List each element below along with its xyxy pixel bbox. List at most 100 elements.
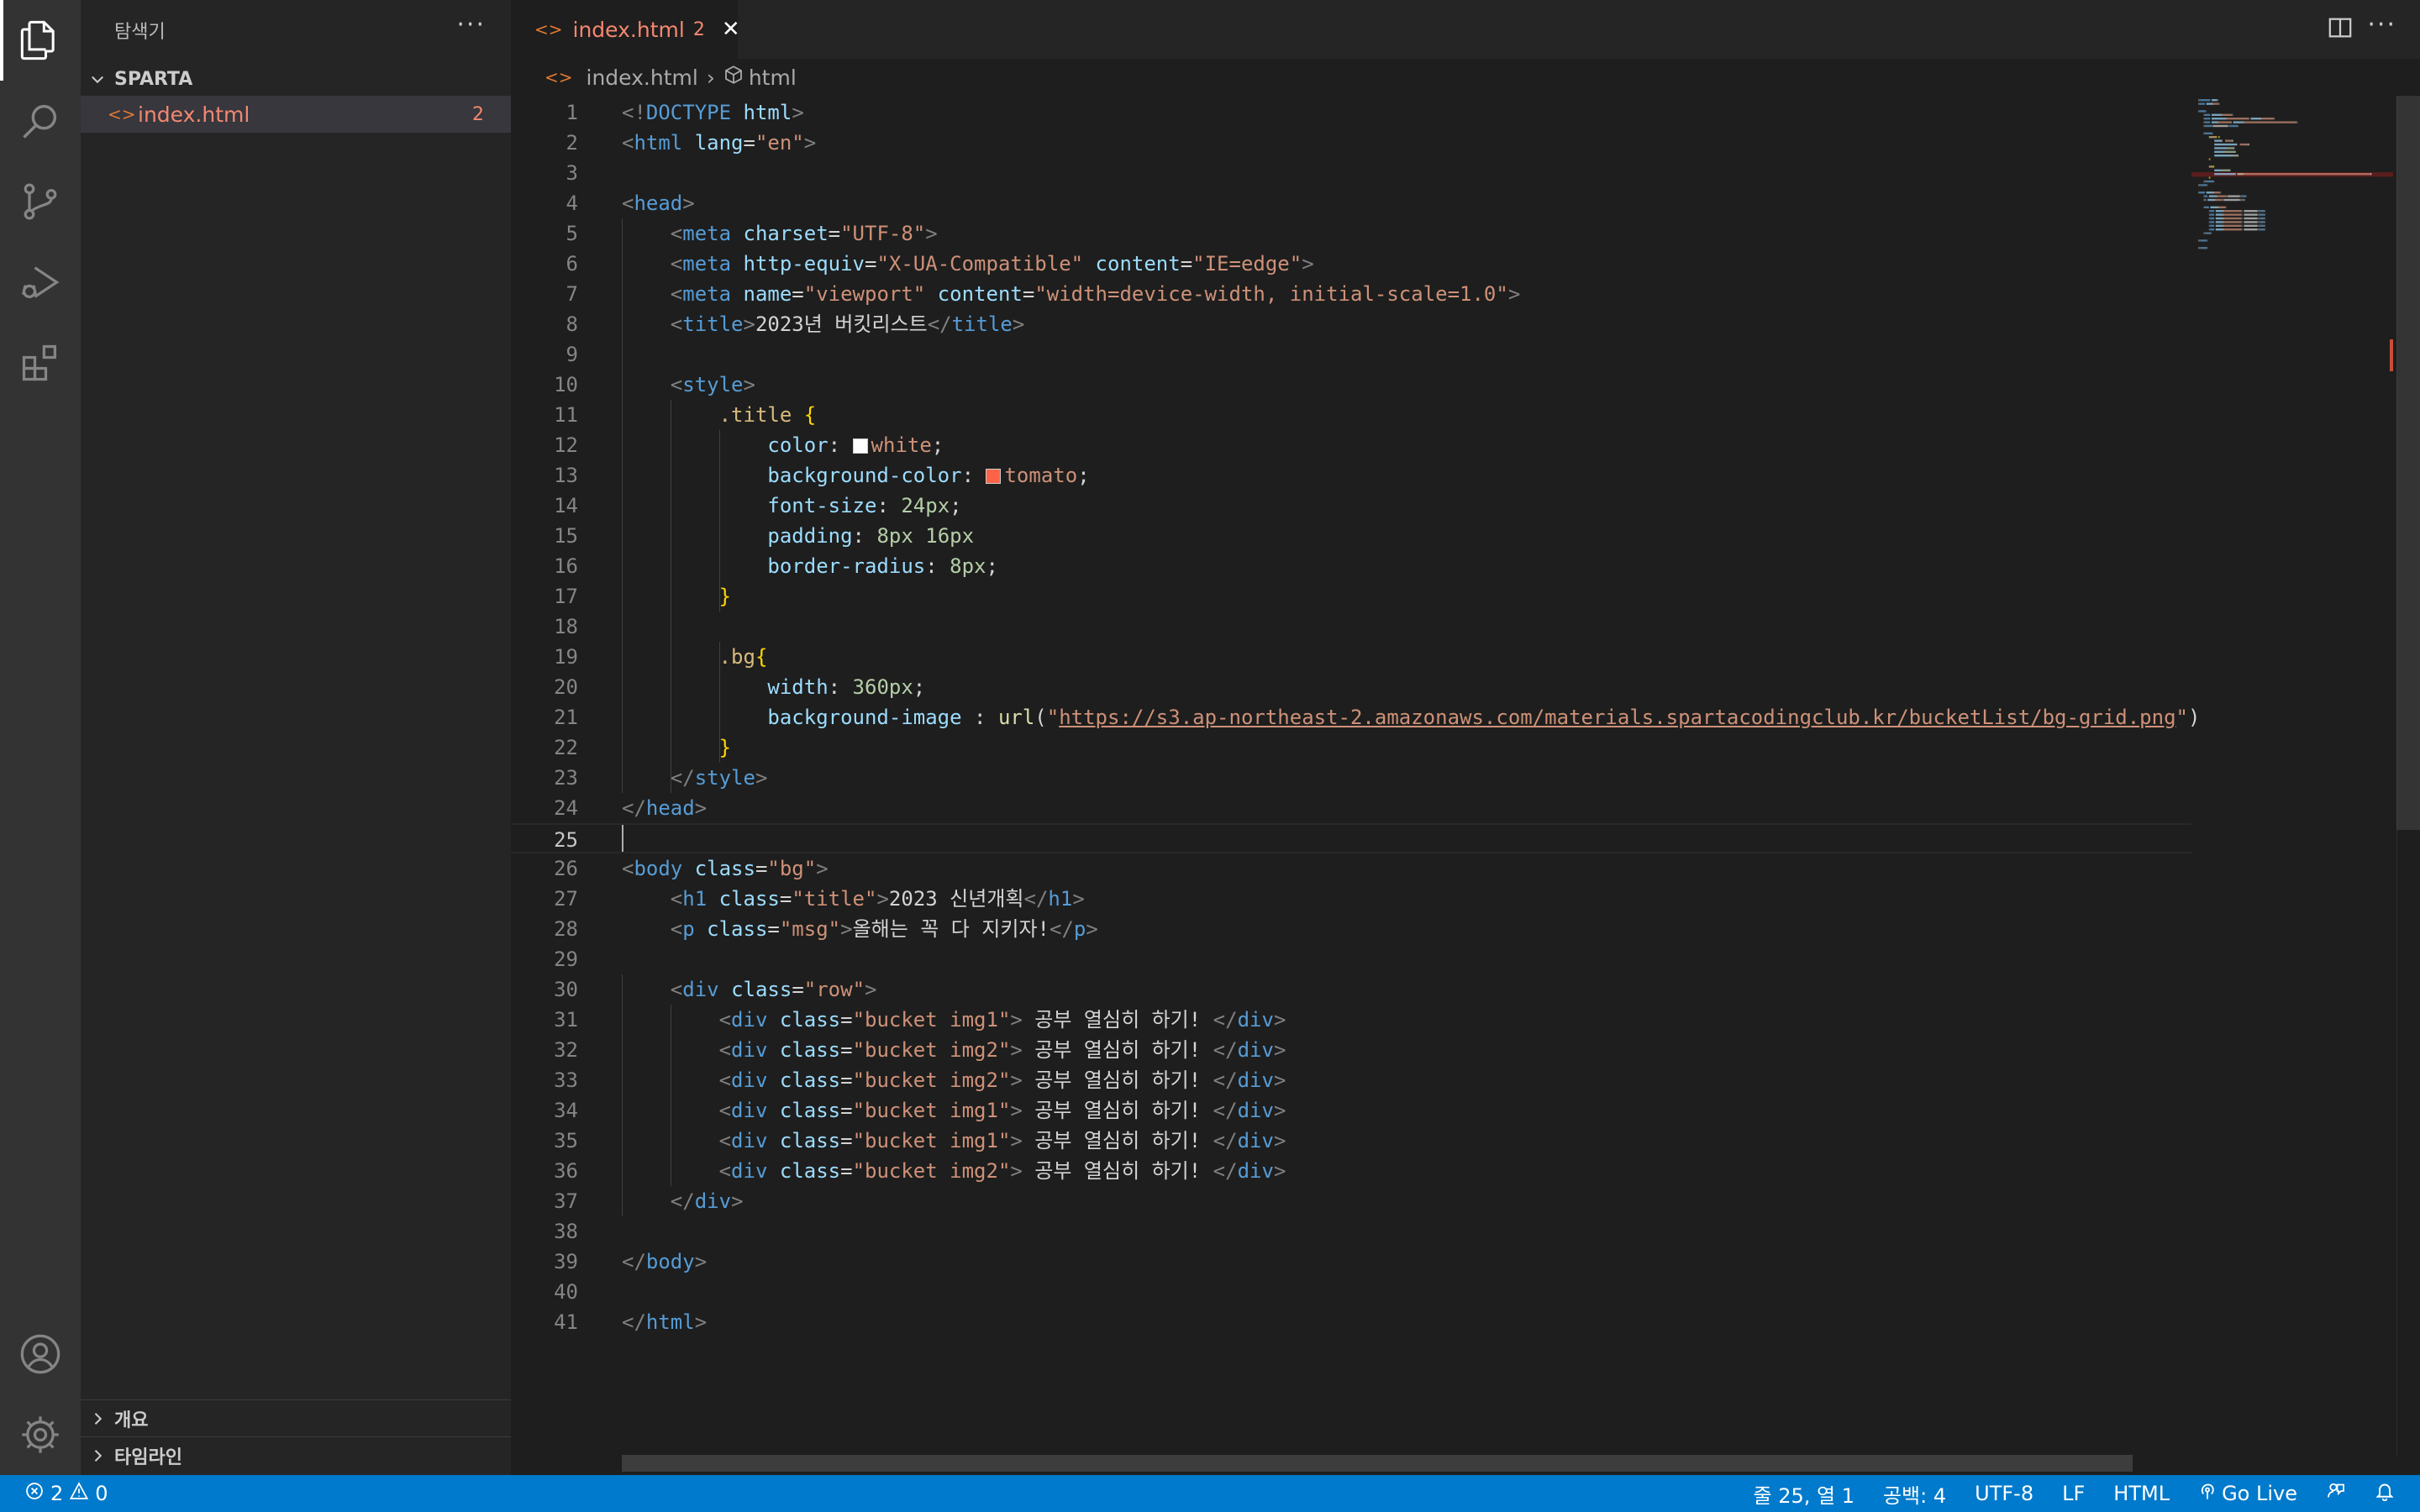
code-line[interactable]: 39 </body> [511,1247,2191,1277]
code-line[interactable]: 10 <style> [511,370,2191,400]
code-token: url [997,706,1035,729]
code-line[interactable]: 8 <title>2023년 버킷리스트</title> [511,309,2191,339]
source-control-icon[interactable] [0,161,81,242]
split-editor-icon[interactable] [2328,15,2353,44]
notifications-bell-icon[interactable] [2375,1481,2395,1506]
more-actions-icon[interactable]: ··· [2367,10,2396,39]
code-line[interactable]: 18 [511,612,2191,642]
language-mode[interactable]: HTML [2113,1482,2170,1505]
code-line[interactable]: 36 <div class="bucket img2"> 공부 열심히 하기! … [511,1156,2191,1186]
search-icon[interactable] [0,81,81,161]
code-line[interactable]: 41 </html> [511,1307,2191,1337]
tab-index-html[interactable]: <> index.html 2 ✕ [511,0,740,59]
run-debug-icon[interactable] [0,242,81,323]
code-line[interactable]: 29 [511,944,2191,974]
color-swatch[interactable] [986,469,1002,484]
code-line[interactable]: 4 <head> [511,188,2191,218]
code-line[interactable]: 2 <html lang="en"> [511,128,2191,158]
go-live-button[interactable]: Go Live [2198,1482,2297,1505]
code-line[interactable]: 11 .title { [511,400,2191,430]
minimap-token [2212,102,2218,105]
code-token: > [1273,1099,1286,1122]
cursor-position[interactable]: 줄 25, 열 1 [1753,1479,1854,1509]
code-editor[interactable]: 1 <!DOCTYPE html> 2 <html lang="en"> 3 4 <head… [511,96,2200,1457]
horizontal-scrollbar[interactable] [622,1455,2133,1472]
minimap-token [2241,228,2243,231]
code-line[interactable]: 24 </head> [511,793,2191,823]
file-item-index-html[interactable]: <> index.html 2 [81,96,511,133]
code-line[interactable]: 23 </style> [511,763,2191,793]
breadcrumb-file[interactable]: index.html [587,66,698,90]
code-line[interactable]: 1 <!DOCTYPE html> [511,97,2191,128]
code-token: ; [986,554,998,578]
code-line[interactable]: 28 <p class="msg">올해는 꼭 다 지키자!</p> [511,914,2191,944]
code-token: = [840,1038,853,1062]
code-line[interactable]: 17 } [511,581,2191,612]
code-line[interactable]: 38 [511,1216,2191,1247]
code-line[interactable]: 12 color: white; [511,430,2191,460]
code-line[interactable]: 9 [511,339,2191,370]
files-icon[interactable] [0,0,81,81]
code-line[interactable]: 37 </div> [511,1186,2191,1216]
extensions-icon[interactable] [0,323,81,403]
minimap-token [2214,198,2216,202]
color-swatch[interactable] [852,438,868,454]
account-icon[interactable] [0,1314,81,1394]
code-token: "bucket img2" [852,1038,1011,1062]
code-line[interactable]: 7 <meta name="viewport" content="width=d… [511,279,2191,309]
code-token: < [622,131,634,155]
folder-name: SPARTA [114,68,193,90]
end-of-line[interactable]: LF [2062,1482,2085,1505]
breadcrumb-node[interactable]: html [749,66,797,90]
code-line[interactable]: 15 padding: 8px 16px [511,521,2191,551]
code-token: </ [1213,1099,1238,1122]
code-line[interactable]: 26 <body class="bg"> [511,853,2191,884]
code-line[interactable]: 40 [511,1277,2191,1307]
close-icon[interactable]: ✕ [722,17,740,42]
code-line[interactable]: 25 [511,823,2191,853]
timeline-section[interactable]: 타임라인 [81,1436,511,1473]
code-line[interactable]: 33 <div class="bucket img2"> 공부 열심히 하기! … [511,1065,2191,1095]
indentation[interactable]: 공백: 4 [1883,1479,1946,1509]
code-line[interactable]: 3 [511,158,2191,188]
code-token: : [852,524,877,548]
code-line[interactable]: 16 border-radius: 8px; [511,551,2191,581]
code-line[interactable]: 5 <meta charset="UTF-8"> [511,218,2191,249]
settings-gear-icon[interactable] [0,1394,81,1475]
code-line[interactable]: 35 <div class="bucket img1"> 공부 열심히 하기! … [511,1126,2191,1156]
code-token: < [670,222,683,245]
minimap-token [2214,147,2227,150]
code-token: > [1302,252,1314,276]
code-line[interactable]: 21 background-image : url("https://s3.ap… [511,702,2200,732]
folder-sparta[interactable]: SPARTA [81,60,511,97]
outline-section[interactable]: 개요 [81,1399,511,1436]
code-token: = [840,1159,853,1183]
encoding[interactable]: UTF-8 [1975,1482,2033,1505]
feedback-icon[interactable] [2326,1481,2346,1506]
code-token: "viewport" [803,282,926,306]
minimap-token [2264,217,2265,220]
vertical-scrollbar-thumb[interactable] [2396,96,2420,830]
problems-indicator[interactable]: 2 0 [25,1482,108,1505]
more-actions-icon[interactable]: ··· [456,10,486,39]
code-token: </ [1023,887,1049,911]
code-line[interactable]: 19 .bg{ [511,642,2191,672]
code-line[interactable]: 34 <div class="bucket img1"> 공부 열심히 하기! … [511,1095,2191,1126]
code-line[interactable]: 13 background-color: tomato; [511,460,2191,491]
minimap[interactable] [2191,96,2393,1457]
code-token: html [634,131,683,155]
code-line[interactable]: 20 width: 360px; [511,672,2191,702]
code-line[interactable]: 32 <div class="bucket img2"> 공부 열심히 하기! … [511,1035,2191,1065]
code-line[interactable]: 14 font-size: 24px; [511,491,2191,521]
minimap-token [2212,113,2222,116]
minimap-token [2257,210,2260,213]
code-line[interactable]: 30 <div class="row"> [511,974,2191,1005]
code-line[interactable]: 27 <h1 class="title">2023 신년개획</h1> [511,884,2191,914]
minimap-token [2222,224,2224,227]
code-line[interactable]: 22 } [511,732,2191,763]
code-line[interactable]: 31 <div class="bucket img1"> 공부 열심히 하기! … [511,1005,2191,1035]
code-line[interactable]: 6 <meta http-equiv="X-UA-Compatible" con… [511,249,2191,279]
minimap-token [2205,110,2207,113]
minimap-token [2208,217,2211,220]
